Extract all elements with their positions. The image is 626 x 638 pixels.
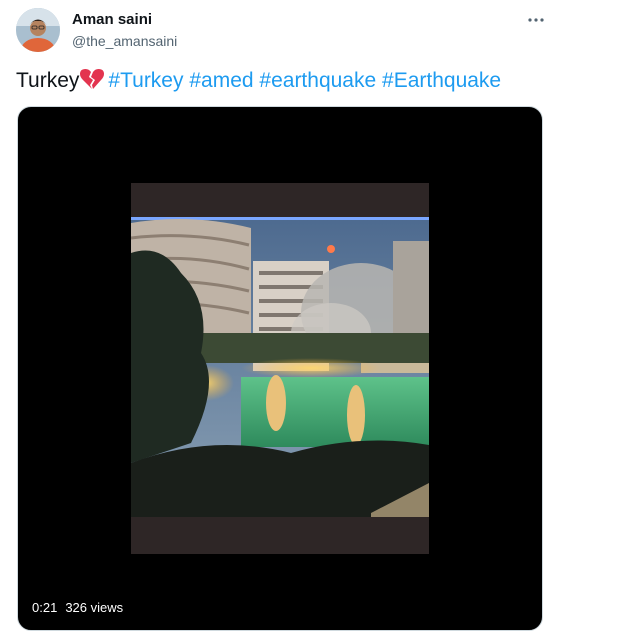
tweet-card: Aman saini @the_amansaini Turkey #Turkey … [0, 0, 626, 638]
tweet-text-body: Turkey [16, 69, 80, 92]
avatar[interactable] [16, 8, 60, 52]
more-options-button[interactable] [524, 10, 548, 30]
author-handle[interactable]: @the_amansaini [72, 32, 177, 50]
video-thumbnail [131, 183, 429, 554]
video-meta: 0:21 326 views [32, 600, 123, 616]
video-duration: 0:21 [32, 600, 58, 615]
hashtag-link[interactable]: #Turkey [108, 69, 183, 92]
hashtag-link[interactable]: #amed [189, 69, 253, 92]
user-info: Aman saini @the_amansaini [72, 11, 177, 50]
broken-heart-icon [80, 68, 105, 97]
hashtag-link[interactable]: #Earthquake [382, 69, 501, 92]
video-views: 326 views [65, 600, 124, 615]
author-display-name[interactable]: Aman saini [72, 11, 177, 29]
tweet-text: Turkey #Turkey #amed #earthquake #Earthqu… [16, 68, 501, 97]
hashtag-link[interactable]: #earthquake [259, 69, 376, 92]
video-player[interactable]: 0:21 326 views [17, 106, 543, 631]
more-options-icon [528, 18, 544, 22]
